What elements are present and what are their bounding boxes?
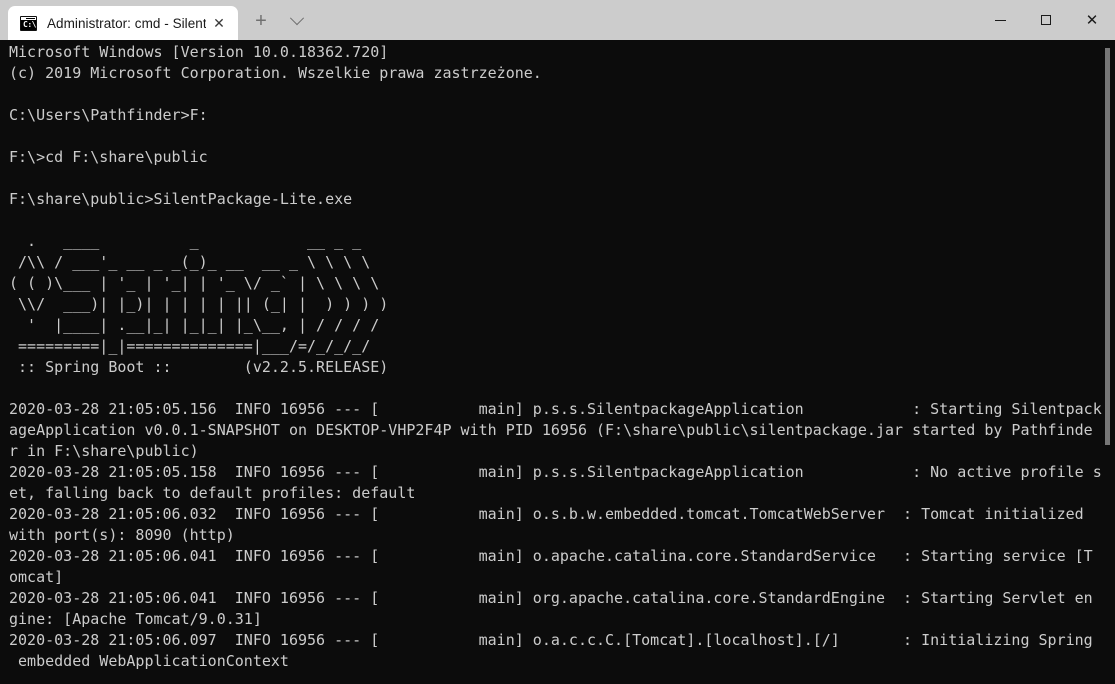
terminal-line: 2020-03-28 21:05:06.097 INFO 16956 --- […: [9, 631, 1093, 649]
terminal-line: embedded WebApplicationContext: [9, 652, 289, 670]
terminal-line: ageApplication v0.0.1-SNAPSHOT on DESKTO…: [9, 421, 1093, 439]
tab-silentpack[interactable]: C:\ Administrator: cmd - SilentPack ✕: [8, 6, 238, 40]
terminal-line: Microsoft Windows [Version 10.0.18362.72…: [9, 43, 389, 61]
terminal-body[interactable]: Microsoft Windows [Version 10.0.18362.72…: [0, 40, 1115, 684]
terminal-line: ( ( )\___ | '_ | '_| | '_ \/ _` | \ \ \ …: [9, 274, 380, 292]
terminal-line: with port(s): 8090 (http): [9, 526, 235, 544]
close-window-button[interactable]: ✕: [1069, 0, 1115, 40]
title-bar: C:\ Administrator: cmd - SilentPack ✕ + …: [0, 0, 1115, 40]
terminal-line: 2020-03-28 21:05:05.158 INFO 16956 --- […: [9, 463, 1102, 481]
terminal-line: F:\share\public>SilentPackage-Lite.exe: [9, 190, 353, 208]
scrollbar-thumb[interactable]: [1105, 48, 1110, 445]
terminal-line: :: Spring Boot :: (v2.2.5.RELEASE): [9, 358, 389, 376]
terminal-window: C:\ Administrator: cmd - SilentPack ✕ + …: [0, 0, 1115, 684]
terminal-line: 2020-03-28 21:05:06.041 INFO 16956 --- […: [9, 589, 1093, 607]
window-controls: ✕: [977, 0, 1115, 40]
terminal-line: \\/ ___)| |_)| | | | | || (_| | ) ) ) ): [9, 295, 389, 313]
terminal-line: 2020-03-28 21:05:05.156 INFO 16956 --- […: [9, 400, 1102, 418]
close-icon: ✕: [1085, 11, 1099, 29]
terminal-line: et, falling back to default profiles: de…: [9, 484, 416, 502]
terminal-line: F:\>cd F:\share\public: [9, 148, 208, 166]
cmd-icon-prompt-text: C:\: [23, 19, 36, 29]
terminal-line: (c) 2019 Microsoft Corporation. Wszelkie…: [9, 64, 542, 82]
close-tab-icon[interactable]: ✕: [206, 10, 232, 36]
new-tab-button[interactable]: +: [244, 4, 278, 38]
terminal-line: 2020-03-28 21:05:06.041 INFO 16956 --- […: [9, 547, 1093, 565]
maximize-button[interactable]: [1023, 0, 1069, 40]
terminal-line: 2020-03-28 21:05:06.032 INFO 16956 --- […: [9, 505, 1084, 523]
minimize-button[interactable]: [977, 0, 1023, 40]
terminal-line: =========|_|==============|___/=/_/_/_/: [9, 337, 371, 355]
terminal-line: /\\ / ___'_ __ _ _(_)_ __ __ _ \ \ \ \: [9, 253, 371, 271]
terminal-line: ' |____| .__|_| |_|_| |_\__, | / / / /: [9, 316, 380, 334]
terminal-line: omcat]: [9, 568, 64, 586]
terminal-output: Microsoft Windows [Version 10.0.18362.72…: [9, 42, 1102, 672]
terminal-line: . ____ _ __ _ _: [9, 232, 362, 250]
chevron-down-icon[interactable]: [280, 4, 314, 38]
tab-title: Administrator: cmd - SilentPack: [47, 15, 206, 31]
tab-strip: C:\ Administrator: cmd - SilentPack ✕ +: [0, 0, 314, 40]
terminal-line: C:\Users\Pathfinder>F:: [9, 106, 208, 124]
terminal-scrollbar[interactable]: [1102, 40, 1113, 684]
terminal-line: gine: [Apache Tomcat/9.0.31]: [9, 610, 262, 628]
cmd-console-icon: C:\: [20, 15, 37, 31]
terminal-line: r in F:\share\public): [9, 442, 199, 460]
